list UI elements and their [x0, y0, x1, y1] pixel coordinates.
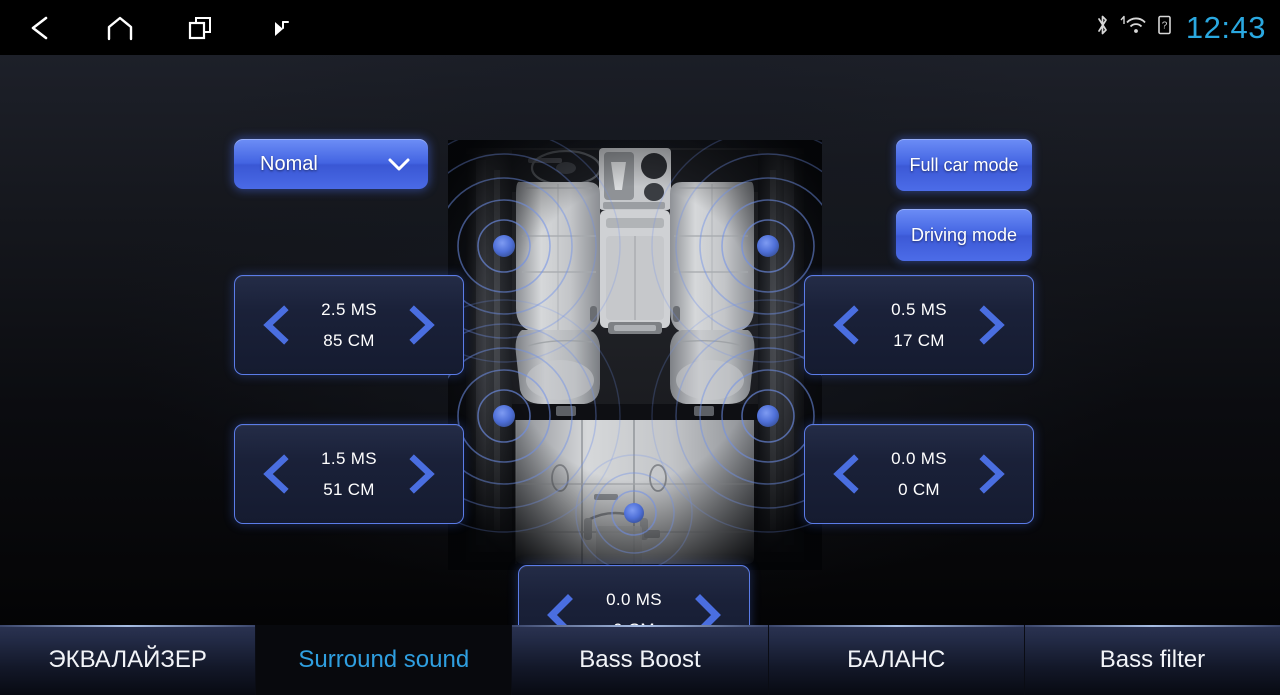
- driving-mode-button[interactable]: Driving mode: [896, 209, 1032, 261]
- driving-mode-label: Driving mode: [910, 224, 1018, 245]
- tab-balance-label: БАЛАНС: [847, 646, 946, 673]
- delay-value-rear-left: 1.5 MS 51 CM: [301, 446, 397, 502]
- delay-stepper-rear-right: 0.0 MS 0 CM: [804, 424, 1034, 524]
- delay-value-front-left: 2.5 MS 85 CM: [301, 297, 397, 353]
- delay-ms-rear-left: 1.5 MS: [321, 449, 377, 468]
- delay-stepper-front-left: 2.5 MS 85 CM: [234, 275, 464, 375]
- chevron-left-icon[interactable]: [821, 297, 871, 353]
- full-car-mode-button[interactable]: Full car mode: [896, 139, 1032, 191]
- delay-ms-front-left: 2.5 MS: [321, 300, 377, 319]
- chevron-right-icon[interactable]: [397, 446, 447, 502]
- tab-surround-sound-label: Surround sound: [298, 646, 470, 673]
- delay-value-front-right: 0.5 MS 17 CM: [871, 297, 967, 353]
- tab-bass-boost-label: Bass Boost: [579, 646, 701, 673]
- tab-bass-boost[interactable]: Bass Boost: [512, 625, 769, 695]
- delay-stepper-subwoofer: 0.0 MS 0 CM: [518, 565, 750, 625]
- status-bar: ? 12:43: [0, 0, 1280, 55]
- tab-equalizer[interactable]: ЭКВАЛАЙЗЕР: [0, 625, 257, 695]
- volume-icon[interactable]: [240, 0, 320, 55]
- delay-stepper-front-right: 0.5 MS 17 CM: [804, 275, 1034, 375]
- chevron-left-icon[interactable]: [821, 446, 871, 502]
- delay-cm-front-left: 85 CM: [323, 330, 375, 350]
- tab-bass-filter[interactable]: Bass filter: [1024, 625, 1280, 695]
- delay-value-subwoofer: 0.0 MS 0 CM: [585, 587, 683, 626]
- wifi-icon: [1119, 13, 1149, 42]
- recents-icon[interactable]: [160, 0, 240, 55]
- tab-equalizer-label: ЭКВАЛАЙЗЕР: [48, 646, 207, 673]
- full-car-mode-label: Full car mode: [909, 154, 1019, 175]
- sound-preset-dropdown[interactable]: Nomal: [234, 139, 428, 189]
- svg-text:?: ?: [1162, 21, 1168, 32]
- tab-bass-filter-label: Bass filter: [1099, 646, 1206, 673]
- tab-balance[interactable]: БАЛАНС: [768, 625, 1025, 695]
- back-icon[interactable]: [0, 0, 80, 55]
- system-status-icons: ? 12:43: [1095, 0, 1266, 55]
- delay-cm-rear-left: 51 CM: [323, 479, 375, 499]
- chevron-right-icon[interactable]: [967, 297, 1017, 353]
- chevron-right-icon[interactable]: [683, 587, 733, 625]
- surround-sound-panel: Nomal Full car mode Driving mode 2.5 MS …: [0, 55, 1280, 625]
- chevron-down-icon: [386, 155, 412, 173]
- chevron-right-icon[interactable]: [967, 446, 1017, 502]
- sim-icon: ?: [1158, 15, 1171, 40]
- delay-cm-rear-right: 0 CM: [898, 479, 940, 499]
- delay-ms-rear-right: 0.0 MS: [891, 449, 947, 468]
- clock: 12:43: [1185, 9, 1266, 45]
- audio-settings-tabbar: ЭКВАЛАЙЗЕР Surround sound Bass Boost БАЛ…: [0, 625, 1280, 695]
- navigation-bar: [0, 0, 320, 55]
- chevron-right-icon[interactable]: [397, 297, 447, 353]
- bluetooth-icon: [1095, 13, 1110, 42]
- tab-surround-sound[interactable]: Surround sound: [256, 625, 513, 695]
- chevron-left-icon[interactable]: [535, 587, 585, 625]
- chevron-left-icon[interactable]: [251, 446, 301, 502]
- delay-ms-front-right: 0.5 MS: [891, 300, 947, 319]
- delay-cm-front-right: 17 CM: [893, 330, 945, 350]
- chevron-left-icon[interactable]: [251, 297, 301, 353]
- delay-cm-subwoofer: 0 CM: [613, 617, 655, 625]
- delay-value-rear-right: 0.0 MS 0 CM: [871, 446, 967, 502]
- home-icon[interactable]: [80, 0, 160, 55]
- delay-stepper-rear-left: 1.5 MS 51 CM: [234, 424, 464, 524]
- delay-ms-subwoofer: 0.0 MS: [606, 589, 662, 609]
- sound-preset-value: Nomal: [260, 152, 318, 175]
- car-interior-top-view: [448, 140, 822, 570]
